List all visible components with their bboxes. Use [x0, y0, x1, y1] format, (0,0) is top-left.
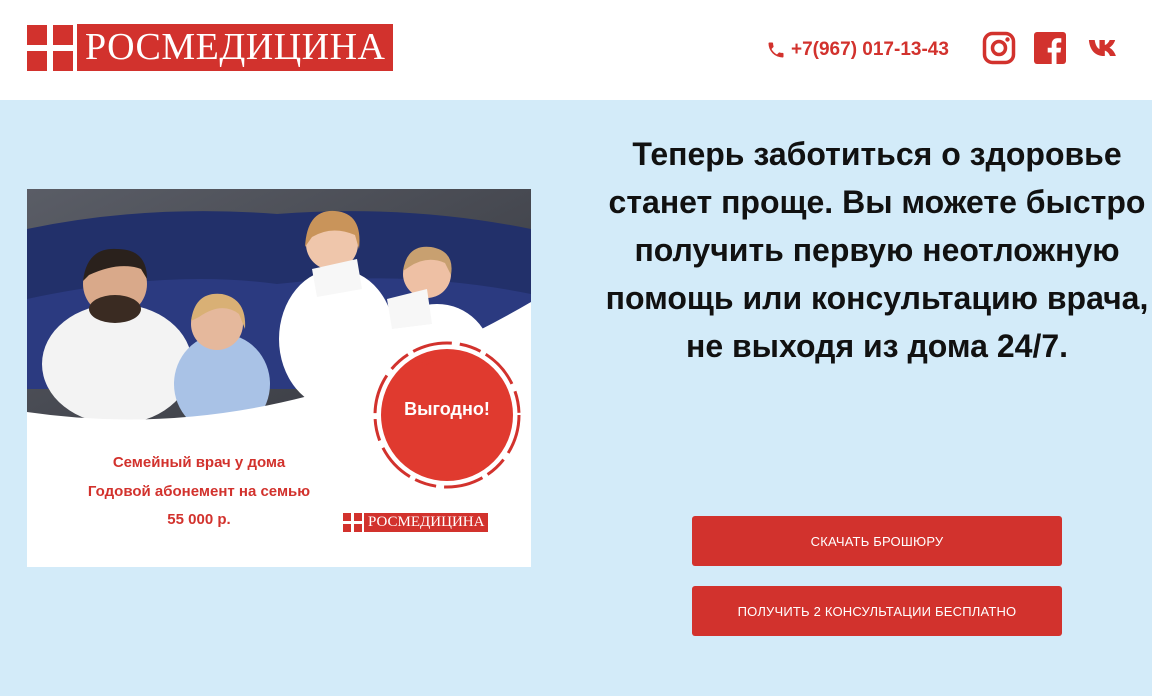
phone-link[interactable]: +7(967) 017-13-43: [766, 37, 949, 63]
site-header: РОСМЕДИЦИНА +7(967) 017-13-43: [0, 0, 1152, 100]
main-headline: Теперь заботиться о здоровье станет прощ…: [605, 136, 1149, 364]
promo-price: 55 000 р.: [167, 511, 231, 528]
badge-text: Выгодно!: [404, 399, 490, 419]
phone-icon: [768, 42, 784, 58]
download-brochure-button[interactable]: СКАЧАТЬ БРОШЮРУ: [692, 516, 1062, 566]
medical-cross-icon: [343, 513, 362, 532]
instagram-link[interactable]: [982, 31, 1016, 65]
promo-banner[interactable]: Выгодно! Семейный врач у дома Годовой аб…: [27, 189, 531, 567]
promo-line-1: Семейный врач у дома: [112, 454, 286, 471]
promo-logo-text: РОСМЕДИЦИНА: [364, 513, 489, 532]
site-logo[interactable]: РОСМЕДИЦИНА: [27, 24, 394, 71]
vk-link[interactable]: [1088, 31, 1122, 65]
promo-logo: РОСМЕДИЦИНА: [343, 513, 489, 532]
medical-cross-icon: [27, 24, 73, 71]
facebook-icon: [1034, 32, 1066, 65]
free-consultation-button[interactable]: ПОЛУЧИТЬ 2 КОНСУЛЬТАЦИИ БЕСПЛАТНО: [692, 586, 1062, 636]
instagram-icon: [982, 31, 1016, 65]
logo-text: РОСМЕДИЦИНА: [77, 24, 394, 71]
phone-number: +7(967) 017-13-43: [791, 39, 949, 60]
vk-icon: [1088, 39, 1116, 57]
facebook-link[interactable]: [1033, 31, 1067, 65]
promo-line-2: Годовой абонемент на семью: [87, 483, 311, 500]
